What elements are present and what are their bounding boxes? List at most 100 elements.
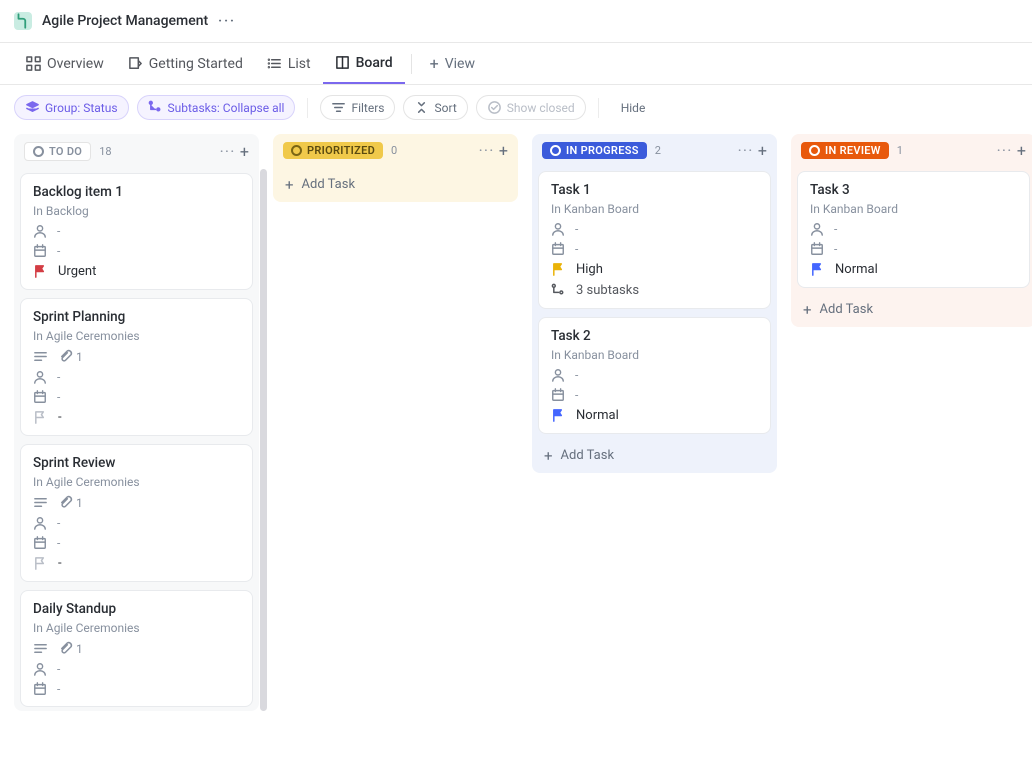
column-inprogress: IN PROGRESS 2 ··· + Task 1 In Kanban Boar… [532,134,777,473]
priority-row[interactable]: - [33,556,240,571]
person-icon [33,516,47,530]
column-add-icon[interactable]: + [1017,144,1026,158]
assignee-row[interactable]: - [33,370,240,384]
column-add-icon[interactable]: + [758,144,767,158]
plus-icon: + [544,449,553,463]
task-card[interactable]: Daily StandupIn Agile Ceremonies1-- [20,590,253,707]
card-location: In Agile Ceremonies [33,621,240,635]
task-card[interactable]: Task 3In Kanban Board--Normal [797,171,1030,288]
column-count: 18 [99,145,111,158]
date-value: - [834,242,837,256]
app-icon [14,12,32,30]
add-view-button[interactable]: + View [418,43,487,84]
status-pill[interactable]: PRIORITIZED [283,142,383,159]
column-menu-icon[interactable]: ··· [738,144,754,158]
card-title: Sprint Review [33,455,240,471]
attachment-count: 1 [76,642,83,656]
assignee-value: - [575,222,578,236]
layers-icon [25,100,40,115]
chip-label: Filters [351,101,384,115]
assignee-row[interactable]: - [810,222,1017,236]
column-menu-icon[interactable]: ··· [997,144,1013,158]
column-count: 0 [391,144,397,157]
priority-value: Normal [576,408,619,423]
sort-chip[interactable]: Sort [403,95,467,120]
assignee-row[interactable]: - [33,662,240,676]
card-location: In Agile Ceremonies [33,475,240,489]
tab-board[interactable]: Board [323,43,405,84]
hide-button[interactable]: Hide [621,101,646,115]
card-title: Task 3 [810,182,1017,198]
plus-icon: + [285,178,294,192]
flag-icon [33,410,48,425]
card-location: In Kanban Board [551,348,758,362]
status-circle-icon [550,145,561,156]
assignee-row[interactable]: - [33,516,240,530]
attachment-icon [58,349,73,364]
column-add-icon[interactable]: + [240,145,249,159]
status-pill[interactable]: IN PROGRESS [542,142,647,159]
flag-icon [810,262,825,277]
priority-value: Normal [835,262,878,277]
date-row[interactable]: - [810,242,1017,256]
assignee-row[interactable]: - [33,224,240,238]
status-pill[interactable]: IN REVIEW [801,142,889,159]
filters-chip[interactable]: Filters [320,95,395,120]
card-location: In Kanban Board [551,202,758,216]
priority-row[interactable]: Urgent [33,264,240,279]
tab-getting-started[interactable]: Getting Started [116,43,255,84]
task-card[interactable]: Backlog item 1In Backlog--Urgent [20,173,253,290]
assignee-row[interactable]: - [551,222,758,236]
chip-label: Group: Status [45,101,118,115]
getting-started-icon [128,56,143,71]
priority-row[interactable]: High [551,262,758,277]
date-row[interactable]: - [33,536,240,550]
column-body: Task 3In Kanban Board--Normal+Add Task [791,167,1032,327]
tab-overview[interactable]: Overview [14,43,116,84]
divider [411,54,412,74]
priority-row[interactable]: Normal [551,408,758,423]
scrollbar[interactable] [260,169,267,711]
column-menu-icon[interactable]: ··· [220,145,236,159]
show-closed-chip[interactable]: Show closed [476,95,586,120]
task-card[interactable]: Sprint ReviewIn Agile Ceremonies1--- [20,444,253,582]
card-title: Task 2 [551,328,758,344]
priority-row[interactable]: Normal [810,262,1017,277]
date-row[interactable]: - [551,388,758,402]
group-chip[interactable]: Group: Status [14,95,129,120]
assignee-row[interactable]: - [551,368,758,382]
add-task-button[interactable]: +Add Task [532,438,777,473]
date-row[interactable]: - [33,390,240,404]
calendar-icon [810,242,824,256]
list-icon [267,56,282,71]
divider [598,98,599,118]
date-row[interactable]: - [551,242,758,256]
subtasks-chip[interactable]: Subtasks: Collapse all [137,95,296,120]
task-card[interactable]: Sprint PlanningIn Agile Ceremonies1--- [20,298,253,436]
column-menu-icon[interactable]: ··· [479,144,495,158]
date-row[interactable]: - [33,682,240,696]
subtasks-icon [551,283,566,298]
priority-row[interactable]: - [33,410,240,425]
task-card[interactable]: Task 1 In Kanban Board - - High 3 subtasks [538,171,771,309]
attachment-count: 1 [76,350,83,364]
tab-list[interactable]: List [255,43,323,84]
column-todo: TO DO 18 ··· + Backlog item 1In Backlog-… [14,134,259,711]
calendar-icon [551,388,565,402]
header-more-icon[interactable]: ··· [218,14,236,29]
person-icon [551,222,565,236]
column-count: 2 [655,144,661,157]
column-body: Backlog item 1In Backlog--UrgentSprint P… [14,169,259,711]
date-row[interactable]: - [33,244,240,258]
status-pill[interactable]: TO DO [24,142,91,161]
assignee-value: - [57,516,60,530]
subtasks-row[interactable]: 3 subtasks [551,283,758,298]
add-task-button[interactable]: +Add Task [273,167,518,202]
task-card[interactable]: Task 2 In Kanban Board - - Normal [538,317,771,434]
tabs-bar: Overview Getting Started List Board + Vi… [0,43,1032,85]
card-title: Task 1 [551,182,758,198]
date-value: - [57,244,60,258]
add-task-button[interactable]: +Add Task [791,292,1032,327]
calendar-icon [33,390,47,404]
column-add-icon[interactable]: + [499,144,508,158]
